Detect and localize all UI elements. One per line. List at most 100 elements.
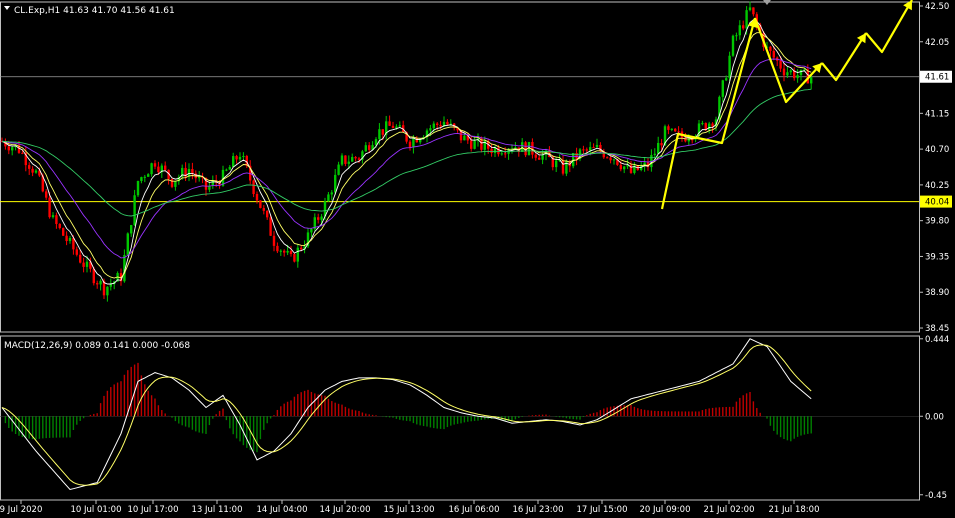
candle [130, 224, 133, 237]
candle [748, 1, 752, 12]
candle [674, 127, 677, 133]
candle [561, 155, 565, 176]
candle [731, 34, 735, 57]
price-panel-frame [0, 1, 920, 333]
candle [252, 179, 255, 198]
candle [167, 169, 170, 185]
candle [317, 213, 320, 224]
price-axis-label: 42.05 [925, 38, 949, 48]
candle [786, 67, 789, 79]
candle [582, 145, 585, 155]
forecast-arrow [865, 0, 913, 54]
candle [340, 153, 344, 167]
time-axis-label: 16 Jul 06:00 [449, 505, 500, 515]
candle [351, 153, 354, 162]
price-axis-label: 40.25 [925, 181, 949, 191]
candle [191, 162, 194, 180]
candle [296, 243, 299, 268]
candle [368, 142, 371, 153]
candle [45, 189, 48, 200]
candle [82, 257, 85, 273]
candle [721, 79, 724, 103]
macd-signal-line [1, 344, 812, 486]
candle [544, 148, 548, 161]
candle [796, 69, 799, 83]
candle [242, 152, 245, 160]
candle [357, 156, 361, 164]
candle [670, 128, 673, 132]
candle [330, 190, 333, 201]
price-chart-canvas[interactable]: 42.50 42.05 41.61 41.15 40.70 40.25 40.04 39.80… [0, 0, 955, 518]
candle [623, 165, 626, 174]
candle [599, 142, 602, 154]
candle [123, 249, 126, 283]
candle [266, 210, 269, 220]
candle [68, 235, 72, 244]
time-axis-label: 14 Jul 04:00 [257, 505, 308, 515]
macd-panel-frame [0, 335, 920, 501]
candle [208, 181, 211, 193]
candle [75, 246, 78, 257]
time-axis-label: 21 Jul 18:00 [769, 505, 820, 515]
dropdown-arrow-icon [4, 6, 10, 10]
candle [810, 75, 813, 90]
candle [140, 176, 143, 184]
candlestick-series [0, 1, 813, 302]
moving-average-lines [1, 19, 812, 285]
candle [602, 148, 605, 159]
candle [276, 242, 279, 254]
candle [164, 161, 167, 172]
macd-histogram [4, 362, 812, 453]
candle [327, 192, 330, 202]
time-axis-label: 13 Jul 11:00 [192, 505, 243, 515]
candle [228, 164, 231, 170]
time-axis-label: 14 Jul 20:00 [320, 505, 371, 515]
candle [789, 68, 792, 76]
candle [538, 154, 541, 160]
candle [225, 168, 228, 172]
price-axis-label: 41.15 [925, 109, 949, 119]
candle [58, 223, 61, 230]
time-axis-label: 10 Jul 01:00 [71, 505, 122, 515]
candle [147, 173, 150, 177]
forecast-arrows [660, 0, 913, 210]
candle [701, 120, 704, 126]
candle [470, 135, 473, 152]
macd-axis-label: -0.45 [925, 491, 947, 501]
candle [259, 200, 262, 209]
price-axis-label: 38.45 [925, 324, 949, 334]
candle [612, 158, 616, 165]
candle [541, 150, 544, 165]
macd-main-line [1, 338, 812, 491]
candle [725, 75, 728, 82]
candle [51, 212, 55, 219]
candle [657, 136, 660, 154]
candle [55, 212, 58, 229]
price-axis-label: 39.80 [925, 217, 949, 227]
candle [391, 121, 395, 129]
candle [194, 170, 197, 183]
candle [136, 180, 140, 198]
time-axis-label: 21 Jul 02:00 [704, 505, 755, 515]
candle [109, 278, 112, 291]
ma-fast-line [1, 19, 812, 285]
macd-lines [1, 338, 812, 491]
macd-axis-label: 0.444 [925, 335, 949, 345]
candle [483, 136, 486, 156]
candle [283, 249, 286, 257]
candle [170, 178, 174, 189]
candle [776, 56, 779, 67]
candle [133, 189, 136, 226]
candle [249, 160, 252, 185]
candle [79, 250, 82, 264]
candle [534, 152, 537, 161]
ma-purple-line [1, 58, 812, 259]
candle [337, 161, 340, 176]
candle [289, 245, 293, 257]
price-axis-label: 40.04 [925, 198, 949, 208]
candle [354, 156, 357, 162]
candle [238, 152, 242, 162]
candle [473, 135, 476, 150]
candle [96, 280, 99, 289]
candle [293, 252, 296, 263]
